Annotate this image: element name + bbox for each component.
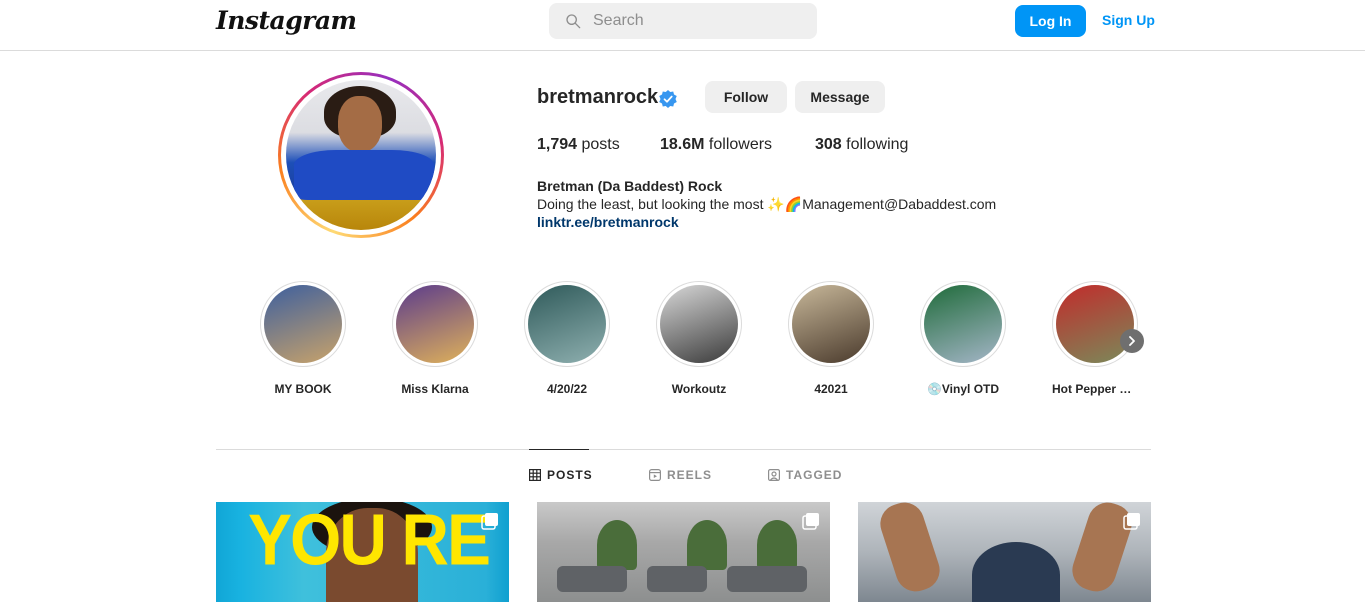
tabs-divider [216,449,1151,450]
following-stat[interactable]: 308 following [815,136,908,154]
followers-count: 18.6M [660,136,705,153]
highlight-cover-image [792,285,870,363]
highlight-cover-image [396,285,474,363]
highlight-label: 42021 [814,382,848,396]
highlight-cover-image [1056,285,1134,363]
posts-count: 1,794 [537,136,578,153]
follow-button[interactable]: Follow [705,81,787,113]
chevron-right-icon [1129,336,1135,346]
followers-stat[interactable]: 18.6M followers [660,136,772,154]
following-count: 308 [815,136,842,153]
instagram-logo[interactable]: Instagram [216,6,357,35]
highlight-cover-image [264,285,342,363]
login-button[interactable]: Log In [1015,5,1086,37]
story-highlight[interactable]: Workoutz [656,281,742,396]
highlight-cover-image [660,285,738,363]
posts-label: posts [581,136,620,153]
posts-stat: 1,794 posts [537,136,620,154]
story-highlight[interactable]: 💿Vinyl OTD [920,281,1006,396]
highlight-cover-image [924,285,1002,363]
post-overlay-text: YOU RE [248,502,491,580]
tagged-icon [768,469,780,481]
post-thumbnail[interactable] [858,502,1151,602]
profile-avatar [286,80,436,230]
tab-posts[interactable]: POSTS [529,468,593,482]
grid-icon [529,469,541,481]
tab-reels-label: REELS [667,468,713,482]
tab-tagged-label: TAGGED [786,468,843,482]
bio-external-link[interactable]: linktr.ee/bretmanrock [537,214,679,230]
bio-text: Doing the least, but looking the most ✨🌈… [537,196,997,212]
profile-username: bretmanrock [537,86,659,108]
bio-full-name: Bretman (Da Baddest) Rock [537,178,723,194]
story-highlight[interactable]: 42021 [788,281,874,396]
story-highlight[interactable]: MY BOOK [260,281,346,396]
message-button[interactable]: Message [795,81,885,113]
highlight-label: 💿Vinyl OTD [926,382,1000,396]
highlight-label: Workoutz [671,382,727,396]
search-input[interactable] [593,12,793,30]
search-icon [566,14,581,29]
tab-posts-label: POSTS [547,468,593,482]
tab-tagged[interactable]: TAGGED [768,468,842,482]
highlight-label: Miss Klarna [401,382,469,396]
carousel-icon [1123,513,1140,530]
post-thumbnail[interactable] [537,502,830,602]
carousel-icon [802,513,819,530]
verified-badge-icon [659,90,677,108]
search-box[interactable] [549,3,817,39]
highlights-next-button[interactable] [1120,329,1144,353]
active-tab-indicator [529,449,589,450]
highlight-cover-image [528,285,606,363]
reels-icon [649,469,661,481]
followers-label: followers [708,136,773,153]
profile-avatar-story-ring[interactable] [278,72,444,238]
top-navigation-bar: Instagram Log In Sign Up [0,0,1365,51]
highlight-label: MY BOOK [274,382,332,396]
highlight-label: Hot Pepper O... [1052,382,1138,396]
story-highlight[interactable]: 4/20/22 [524,281,610,396]
following-label: following [846,136,909,153]
story-highlight[interactable]: Miss Klarna [392,281,478,396]
post-thumbnail[interactable]: YOU RE [216,502,509,602]
signup-link[interactable]: Sign Up [1102,12,1155,28]
tab-reels[interactable]: REELS [649,468,712,482]
carousel-icon [481,513,498,530]
highlight-label: 4/20/22 [546,382,588,396]
